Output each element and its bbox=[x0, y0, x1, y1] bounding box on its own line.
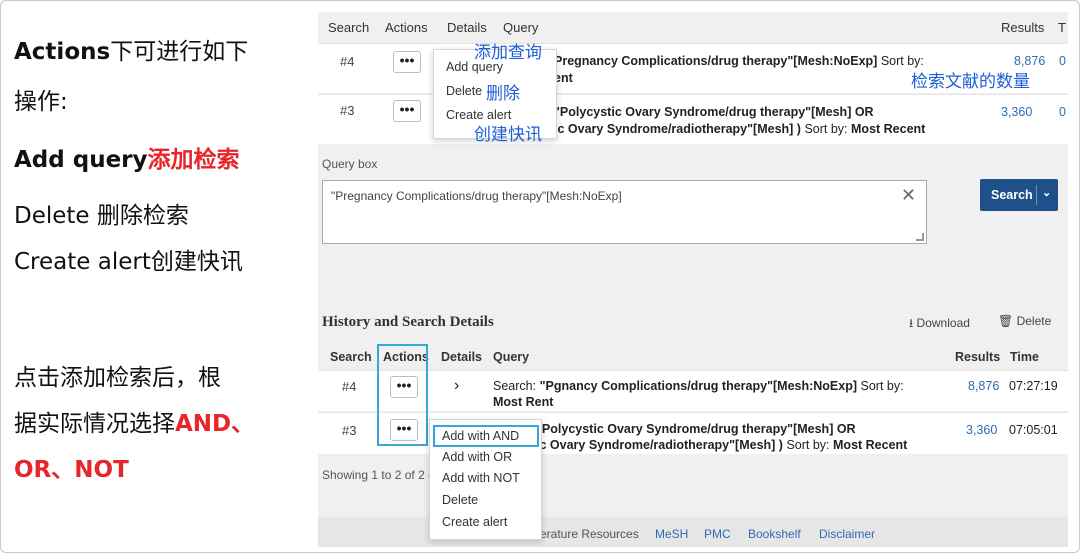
explanation-line-7: 据实际情况选择AND、 bbox=[14, 404, 254, 438]
query-text: "Polycystic Ovary Syndrome/drug therapy"… bbox=[554, 105, 874, 119]
footer-link-mesh[interactable]: MeSH bbox=[655, 527, 688, 541]
download-icon: ⭳ bbox=[909, 316, 914, 330]
annotation-result-count: 检索文献的数量 bbox=[911, 72, 1030, 92]
explanation-line-1: Actions下可进行如下 bbox=[14, 32, 248, 66]
col-search: Search bbox=[328, 20, 370, 35]
annotation-delete: 删除 bbox=[486, 84, 520, 104]
col-search: Search bbox=[330, 350, 372, 364]
col-query: Query bbox=[493, 350, 530, 364]
explanation-text: 据实际情况选择 bbox=[14, 411, 175, 437]
col-time: T bbox=[1058, 20, 1066, 35]
result-count-link[interactable]: 8,876 bbox=[1014, 54, 1045, 68]
explanation-text: 下可进行如下 bbox=[110, 39, 249, 65]
search-button[interactable]: Search ⌄ bbox=[980, 179, 1058, 211]
col-results: Results bbox=[1001, 20, 1045, 35]
explanation-line-8: OR、NOT bbox=[14, 450, 129, 484]
pubmed-screenshot: Search Actions Details Query Results T #… bbox=[318, 12, 1068, 547]
search-number: #3 bbox=[342, 423, 357, 438]
result-count-link[interactable]: 3,360 bbox=[1001, 105, 1032, 119]
expand-chevron-icon[interactable]: › bbox=[454, 377, 459, 395]
menu-item-add-with-or[interactable]: Add with OR bbox=[442, 450, 512, 464]
query-text-line2: Most Rent bbox=[493, 395, 554, 409]
col-results: Results bbox=[955, 350, 1001, 364]
time-fragment: 0 bbox=[1059, 105, 1066, 119]
history-title: History and Search Details bbox=[322, 314, 494, 330]
search-time: 07:27:19 bbox=[1009, 379, 1058, 393]
or-not-term: OR、NOT bbox=[14, 457, 129, 483]
footer-link-literature[interactable]: erature Resources bbox=[540, 527, 639, 541]
history-table-header: Search Actions Details Query Results Tim… bbox=[318, 342, 1068, 370]
explanation-line-3: Add query添加检索 bbox=[14, 140, 240, 174]
search-number: #4 bbox=[342, 379, 357, 394]
explanation-line-4: Delete 删除检索 bbox=[14, 203, 189, 229]
menu-item-add-with-and[interactable]: Add with AND bbox=[442, 429, 519, 443]
col-time: Time bbox=[1010, 350, 1039, 364]
menu-item-create-alert[interactable]: Create alert bbox=[442, 515, 507, 529]
result-count-link[interactable]: 3,360 bbox=[966, 423, 997, 437]
top-table-header: Search Actions Details Query Results T bbox=[318, 12, 1068, 42]
footer-link-disclaimer[interactable]: Disclaimer bbox=[819, 527, 875, 541]
pagination-text: Showing 1 to 2 of 2 e bbox=[322, 468, 435, 482]
table-row: #3 ••• "Polycystic Ovary Syndrome/drug t… bbox=[318, 94, 1068, 144]
col-query: Query bbox=[503, 20, 539, 35]
button-divider bbox=[1036, 185, 1037, 205]
explanation-line-5: Create alert创建快讯 bbox=[14, 249, 243, 275]
delete-history-link[interactable]: 🗑 Delete bbox=[998, 314, 1051, 328]
download-label: Download bbox=[916, 316, 970, 330]
actions-term: Actions bbox=[14, 39, 111, 65]
clear-icon[interactable]: ✕ bbox=[901, 185, 916, 206]
time-fragment: 0 bbox=[1059, 54, 1066, 68]
trash-icon: 🗑 bbox=[998, 314, 1014, 328]
footer-link-bookshelf[interactable]: Bookshelf bbox=[748, 527, 801, 541]
actions-button[interactable]: ••• bbox=[393, 51, 421, 73]
delete-label: Delete bbox=[1016, 314, 1052, 328]
add-query-cn: 添加检索 bbox=[147, 147, 240, 173]
search-time: 07:05:01 bbox=[1009, 423, 1058, 437]
download-link[interactable]: ⭳ Download bbox=[909, 314, 970, 335]
menu-item-delete[interactable]: Delete bbox=[442, 493, 478, 507]
and-term: AND、 bbox=[175, 411, 255, 437]
actions-button[interactable]: ••• bbox=[393, 100, 421, 122]
result-count-link[interactable]: 8,876 bbox=[968, 379, 999, 393]
query-text: Search: "Pgnancy Complications/drug ther… bbox=[493, 379, 904, 393]
query-box-label: Query box bbox=[322, 157, 378, 171]
col-actions: Actions bbox=[385, 20, 428, 35]
search-button-label: Search bbox=[991, 188, 1033, 202]
col-details: Details bbox=[441, 350, 482, 364]
chevron-down-icon[interactable]: ⌄ bbox=[1042, 186, 1051, 199]
resize-handle-icon[interactable] bbox=[916, 233, 924, 241]
explanation-line-2: 操作: bbox=[14, 89, 68, 115]
annotation-add-query: 添加查询 bbox=[474, 43, 542, 63]
menu-item-delete[interactable]: Delete bbox=[446, 84, 482, 98]
add-query-term: Add query bbox=[14, 147, 148, 173]
query-box-value: "Pregnancy Complications/drug therapy"[M… bbox=[331, 189, 622, 203]
search-number: #3 bbox=[340, 103, 355, 118]
annotation-create-alert: 创建快讯 bbox=[474, 125, 542, 145]
query-text-line2: ic Ovary Syndrome/radiotherapy"[Mesh] ) … bbox=[536, 438, 908, 452]
query-text: "Polycystic Ovary Syndrome/drug therapy"… bbox=[536, 422, 856, 436]
query-text-line2: ic Ovary Syndrome/radiotherapy"[Mesh] ) … bbox=[554, 122, 926, 136]
add-with-dropdown-menu: Add with AND Add with OR Add with NOT De… bbox=[429, 419, 542, 540]
table-row: #4 ••• › Search: "Pgnancy Complications/… bbox=[318, 370, 1068, 411]
explanation-line-6: 点击添加检索后，根 bbox=[14, 365, 221, 391]
query-box-input[interactable]: "Pregnancy Complications/drug therapy"[M… bbox=[322, 180, 927, 244]
menu-item-add-with-not[interactable]: Add with NOT bbox=[442, 471, 520, 485]
actions-column-highlight bbox=[377, 344, 428, 446]
query-text: Pregnancy Complications/drug therapy"[Me… bbox=[554, 54, 924, 68]
col-details: Details bbox=[447, 20, 487, 35]
search-number: #4 bbox=[340, 54, 355, 69]
footer-link-pmc[interactable]: PMC bbox=[704, 527, 731, 541]
